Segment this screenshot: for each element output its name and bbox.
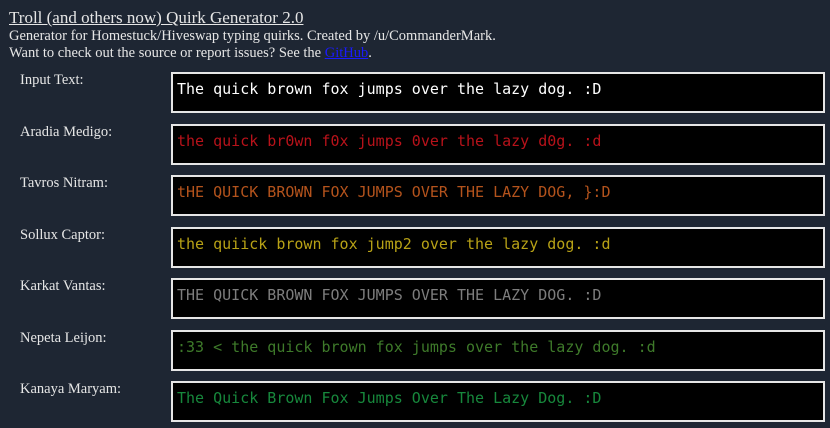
output-text-nepeta: :33 < the quick brown fox jumps over the… bbox=[177, 337, 656, 356]
troll-row-sollux: Sollux Captor: the quiick brown fox jump… bbox=[0, 224, 830, 276]
output-text-karkat: THE QUICK BROWN FOX JUMPS OVER THE LAZY … bbox=[177, 286, 602, 304]
quirk-rows: Input Text: Aradia Medigo: the quick br0… bbox=[0, 69, 830, 428]
troll-row-nepeta: Nepeta Leijon: :33 < the quick brown fox… bbox=[0, 327, 830, 379]
description-line-1: Generator for Homestuck/Hiveswap typing … bbox=[9, 28, 496, 44]
output-text-tavros: tHE QUICK BROWN FOX JUMPS OVER THE LAZY … bbox=[177, 183, 611, 201]
troll-label-karkat: Karkat Vantas: bbox=[20, 278, 106, 294]
output-box-tavros[interactable]: tHE QUICK BROWN FOX JUMPS OVER THE LAZY … bbox=[171, 175, 825, 216]
github-link[interactable]: GitHub bbox=[325, 45, 369, 61]
input-label: Input Text: bbox=[20, 72, 84, 88]
output-box-kanaya[interactable]: The Quick Brown Fox Jumps Over The Lazy … bbox=[171, 381, 825, 422]
output-box-karkat[interactable]: THE QUICK BROWN FOX JUMPS OVER THE LAZY … bbox=[171, 278, 825, 319]
header: Troll (and others now) Quirk Generator 2… bbox=[9, 7, 824, 62]
troll-row-aradia: Aradia Medigo: the quick br0wn f0x jumps… bbox=[0, 121, 830, 173]
troll-row-karkat: Karkat Vantas: THE QUICK BROWN FOX JUMPS… bbox=[0, 275, 830, 327]
description-prefix: Want to check out the source or report i… bbox=[9, 45, 325, 61]
troll-label-sollux: Sollux Captor: bbox=[20, 226, 105, 243]
description-suffix: . bbox=[368, 45, 372, 61]
output-box-aradia[interactable]: the quick br0wn f0x jumps 0ver the lazy … bbox=[171, 123, 825, 165]
troll-label-aradia: Aradia Medigo: bbox=[20, 123, 113, 140]
input-text-field[interactable] bbox=[177, 80, 817, 98]
troll-row-kanaya: Kanaya Maryam: The Quick Brown Fox Jumps… bbox=[0, 378, 830, 428]
output-box-sollux[interactable]: the quiick brown fox jump2 over the lazy… bbox=[171, 226, 825, 268]
troll-row-tavros: Tavros Nitram: tHE QUICK BROWN FOX JUMPS… bbox=[0, 172, 830, 224]
output-text-kanaya: The Quick Brown Fox Jumps Over The Lazy … bbox=[177, 389, 602, 407]
input-box[interactable] bbox=[171, 72, 825, 113]
output-text-aradia: the quick br0wn f0x jumps 0ver the lazy … bbox=[177, 131, 602, 150]
troll-label-kanaya: Kanaya Maryam: bbox=[20, 381, 122, 397]
troll-label-nepeta: Nepeta Leijon: bbox=[20, 329, 107, 346]
description-line-2: Want to check out the source or report i… bbox=[9, 45, 824, 62]
output-box-nepeta[interactable]: :33 < the quick brown fox jumps over the… bbox=[171, 329, 825, 371]
output-text-sollux: the quiick brown fox jump2 over the lazy… bbox=[177, 234, 611, 253]
input-row: Input Text: bbox=[0, 69, 830, 121]
troll-label-tavros: Tavros Nitram: bbox=[20, 175, 108, 191]
page-title: Troll (and others now) Quirk Generator 2… bbox=[9, 8, 304, 27]
